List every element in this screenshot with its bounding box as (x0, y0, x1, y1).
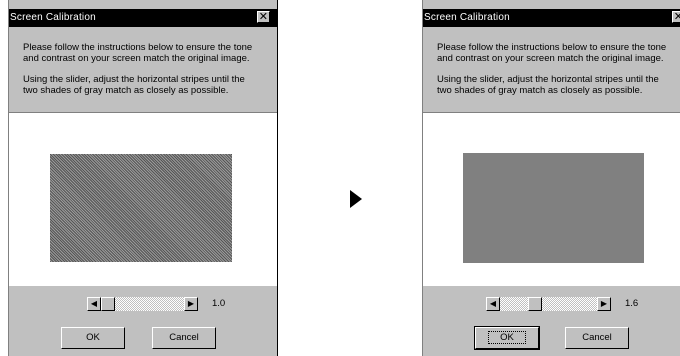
instruction-text-2: Using the slider, adjust the horizontal … (23, 74, 273, 96)
scroll-left-arrow-icon[interactable]: ◀ (87, 297, 101, 311)
dialog-title: Screen Calibration (424, 12, 510, 23)
instruction-2-line-2: two shades of gray match as closely as p… (23, 85, 229, 96)
instruction-1-line-2: and contrast on your screen match the or… (437, 53, 664, 64)
slider-thumb[interactable] (101, 297, 115, 311)
instruction-1-line-2: and contrast on your screen match the or… (23, 53, 250, 64)
cancel-button[interactable]: Cancel (152, 327, 216, 349)
scroll-right-arrow-icon[interactable]: ▶ (184, 297, 198, 311)
instruction-text-1: Please follow the instructions below to … (437, 42, 680, 64)
slider-track[interactable] (542, 297, 597, 311)
cancel-button[interactable]: Cancel (565, 327, 629, 349)
close-icon[interactable]: ✕ (672, 11, 680, 23)
instruction-2-line-1: Using the slider, adjust the horizontal … (23, 74, 245, 85)
title-bar: Screen Calibration ✕ (9, 9, 277, 27)
title-bar: Screen Calibration ✕ (423, 9, 680, 27)
instruction-text-1: Please follow the instructions below to … (23, 42, 273, 64)
slider-thumb[interactable] (528, 297, 542, 311)
slider-track[interactable] (500, 297, 528, 311)
instruction-1-line-1: Please follow the instructions below to … (437, 42, 667, 53)
scroll-right-arrow-icon[interactable]: ▶ (597, 297, 611, 311)
ok-button[interactable]: OK (474, 326, 540, 350)
striped-pattern-swatch (50, 154, 232, 262)
close-icon[interactable]: ✕ (257, 11, 270, 23)
instruction-1-line-1: Please follow the instructions below to … (23, 42, 253, 53)
calibration-preview (423, 112, 680, 286)
dialog-title: Screen Calibration (10, 12, 96, 23)
arrow-right-icon (350, 190, 362, 208)
scroll-left-arrow-icon[interactable]: ◀ (486, 297, 500, 311)
ok-button-label: OK (488, 331, 526, 344)
calibration-dialog-after: Screen Calibration ✕ Please follow the i… (422, 0, 680, 356)
matched-gray-swatch (463, 153, 644, 263)
ok-button[interactable]: OK (61, 327, 125, 349)
instruction-2-line-1: Using the slider, adjust the horizontal … (437, 74, 659, 85)
instruction-text-2: Using the slider, adjust the horizontal … (437, 74, 680, 96)
calibration-preview (9, 112, 277, 286)
slider-value: 1.6 (625, 298, 639, 309)
slider-value: 1.0 (212, 298, 226, 309)
instruction-2-line-2: two shades of gray match as closely as p… (437, 85, 643, 96)
slider-track[interactable] (115, 297, 184, 311)
calibration-dialog-before: Screen Calibration ✕ Please follow the i… (8, 0, 278, 356)
